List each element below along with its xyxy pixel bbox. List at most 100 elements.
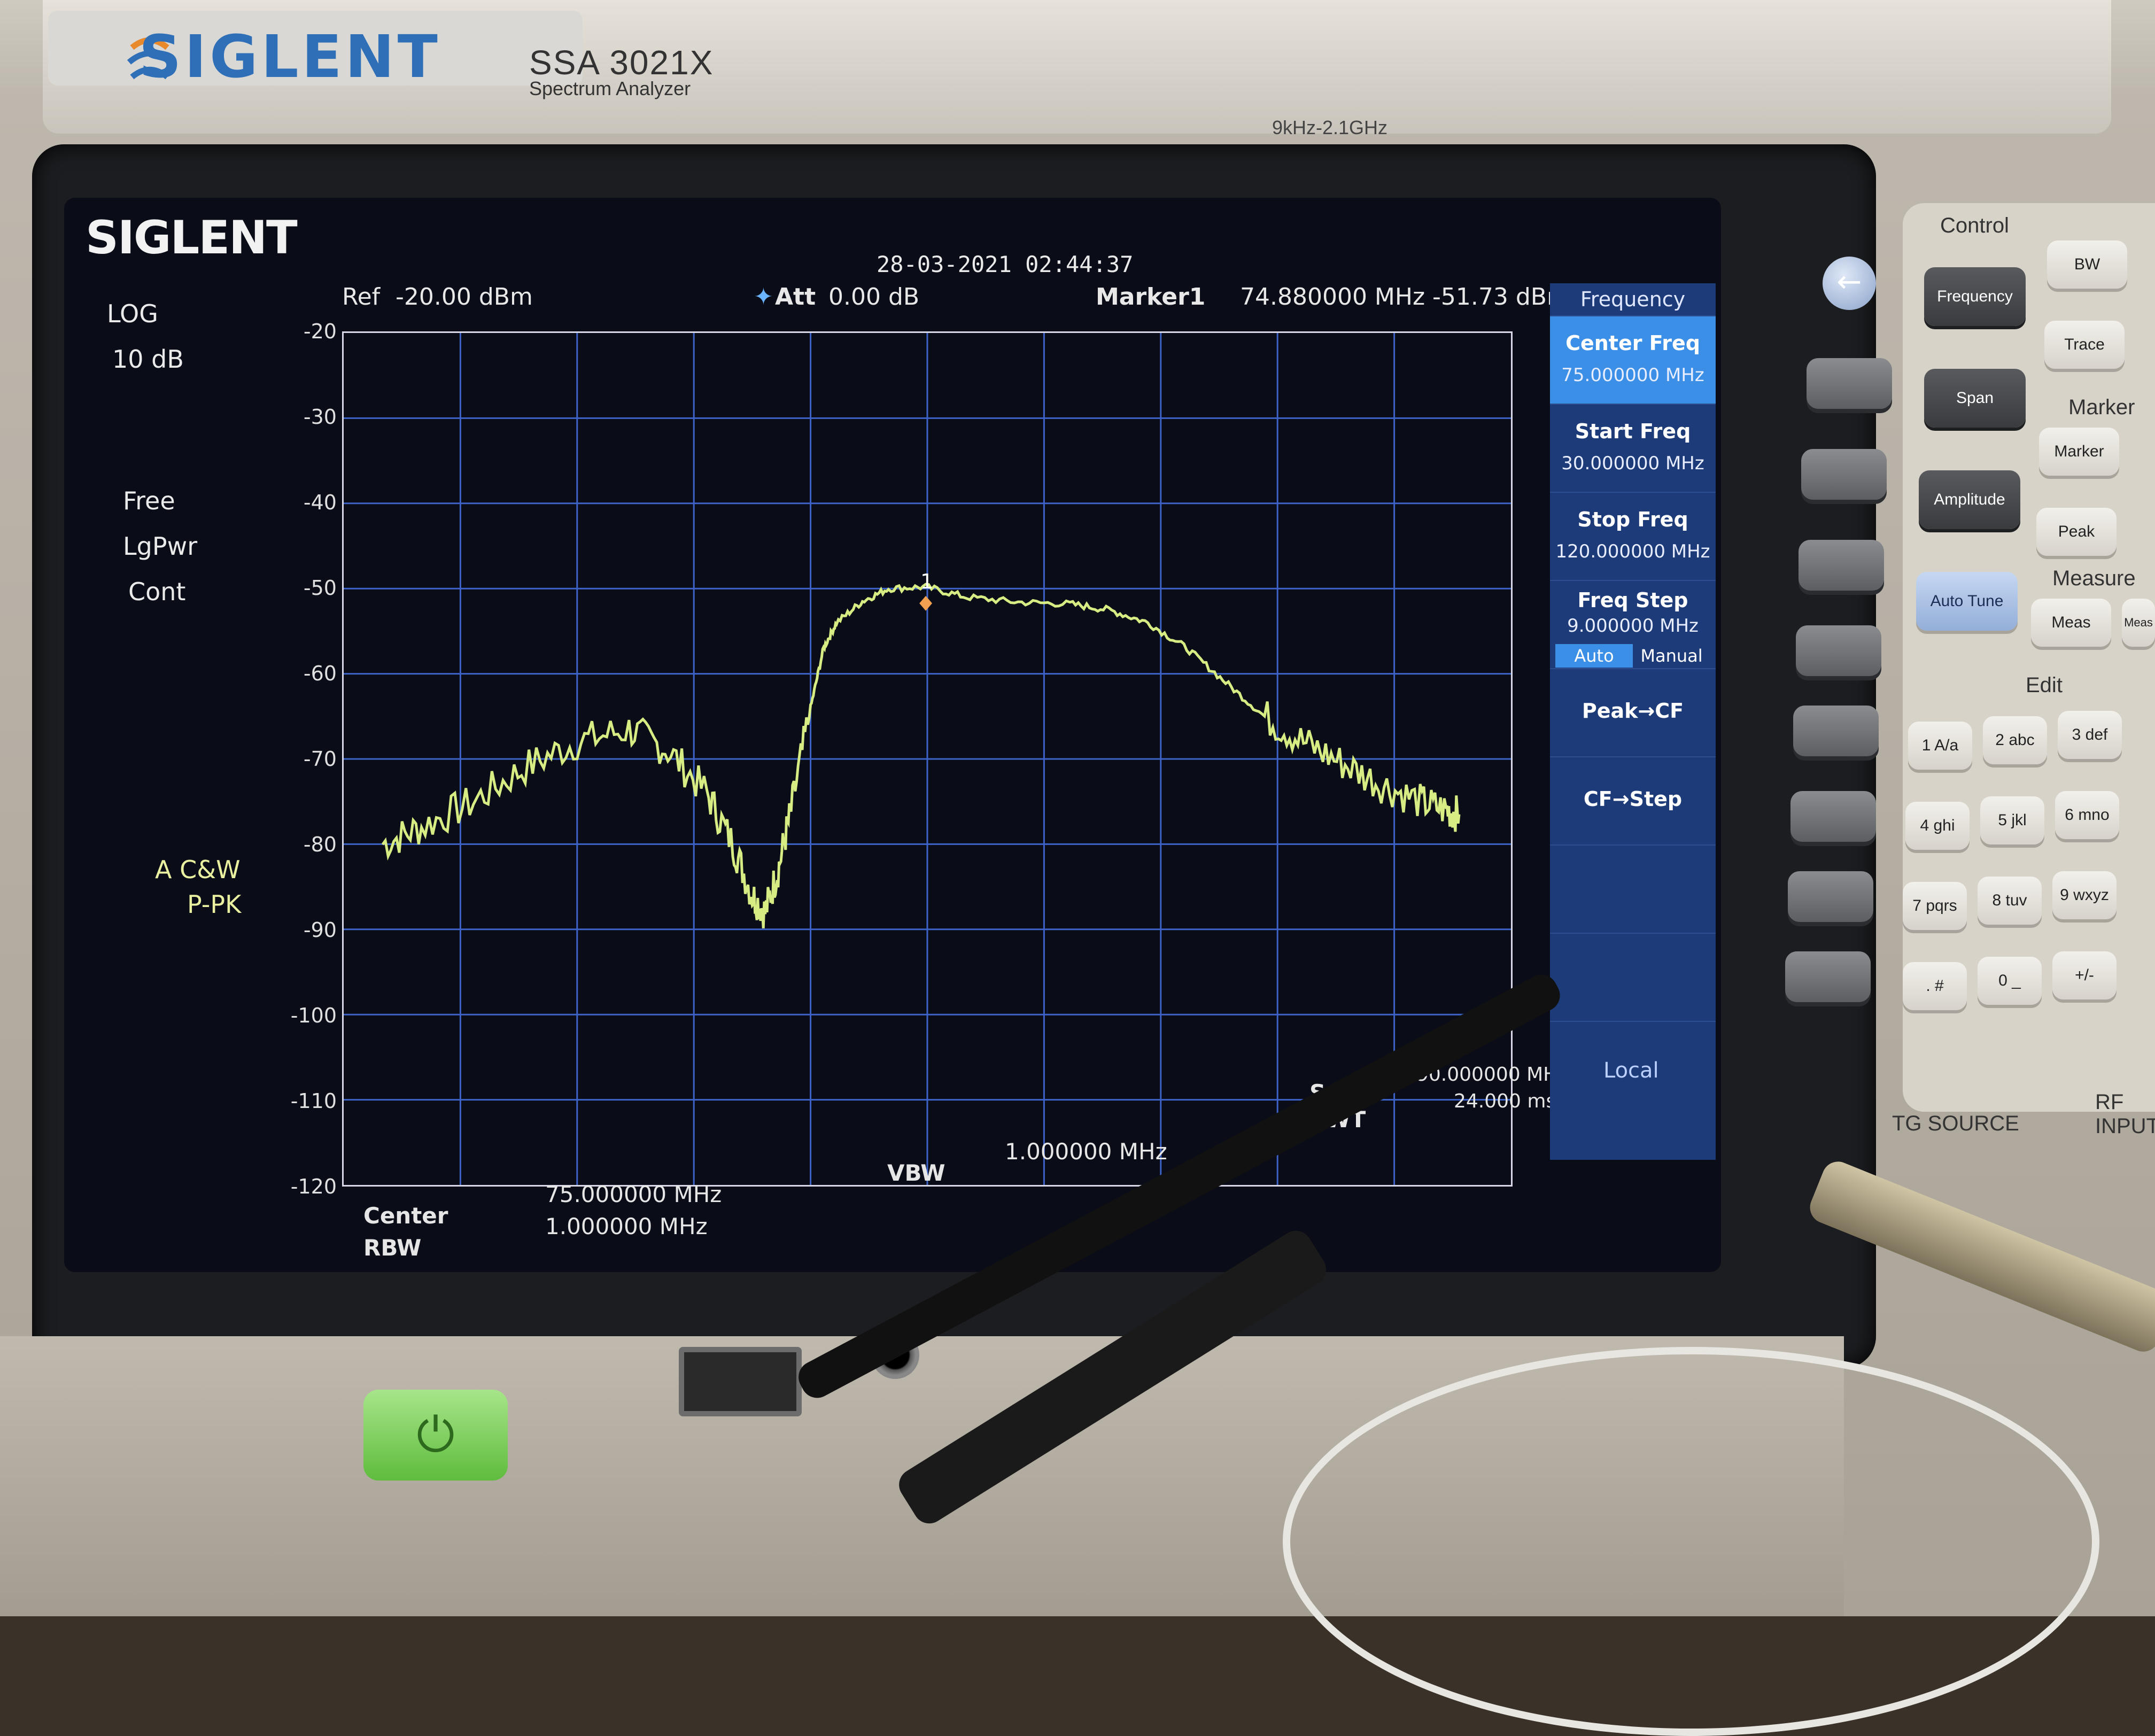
white-cable (1283, 1347, 2099, 1736)
softkey-hard-button-5[interactable] (1793, 706, 1879, 756)
softkey-start-freq[interactable]: Start Freq 30.000000 MHz (1550, 404, 1716, 492)
model-name: SSA 3021X (529, 43, 714, 82)
trace-button[interactable]: Trace (2044, 321, 2125, 369)
softkey-label: Peak→CF (1582, 699, 1684, 723)
trace-mode-b: P-PK (187, 890, 242, 919)
y-tick-label: -50 (303, 576, 337, 600)
marker-button[interactable]: Marker (2039, 428, 2119, 476)
key-8[interactable]: 8 tuv (1978, 877, 2042, 925)
att-icon: ✦ (754, 283, 773, 311)
tg-source-label: TG SOURCE (1892, 1112, 2019, 1135)
swt-value: 24.000 ms (1454, 1090, 1556, 1112)
rbw-value: 1.000000 MHz (545, 1213, 708, 1239)
key-4[interactable]: 4 ghi (1905, 802, 1970, 850)
softkey-hard-button-8[interactable] (1785, 951, 1871, 1002)
softkey-label: CF→Step (1583, 787, 1683, 811)
key-1[interactable]: 1 A/a (1908, 722, 1972, 770)
scale-division: 10 dB (112, 345, 184, 374)
y-tick-label: -30 (303, 405, 337, 429)
peak-button[interactable]: Peak (2036, 508, 2117, 556)
y-tick-label: -80 (303, 833, 337, 856)
y-tick-label: -60 (303, 662, 337, 685)
y-tick-label: -20 (303, 320, 337, 343)
meas-setup-button[interactable]: Meas Setup (2122, 599, 2155, 647)
rf-input-label: RF INPUT (2095, 1090, 2155, 1138)
amplitude-button[interactable]: Amplitude (1919, 470, 2020, 529)
softkey-label: Stop Freq (1577, 508, 1688, 531)
softkey-hard-button-2[interactable] (1801, 449, 1887, 500)
softkey-empty[interactable] (1550, 933, 1716, 1021)
key-3[interactable]: 3 def (2058, 711, 2122, 759)
auto-tune-button[interactable]: Auto Tune (1916, 572, 2018, 631)
marker-label: Marker1 (1096, 283, 1206, 311)
bw-button[interactable]: BW (2047, 241, 2127, 289)
softkey-value: 9.000000 MHz (1567, 615, 1699, 637)
datetime: 28-03-2021 02:44:37 (877, 251, 1134, 277)
softkey-hard-button-6[interactable] (1790, 791, 1876, 842)
trace-mode-a: A C&W (155, 855, 241, 884)
ref-value: -20.00 dBm (396, 283, 533, 311)
softkey-label: Center Freq (1565, 331, 1700, 355)
y-tick-label: -110 (290, 1089, 337, 1113)
marker-level: -51.73 dBm (1432, 283, 1570, 311)
sweep-mode: Cont (128, 577, 186, 606)
softkey-empty[interactable] (1550, 844, 1716, 933)
edit-heading: Edit (2026, 673, 2063, 697)
analyzer-screen: SIGLENT 28-03-2021 02:44:37 Ref -20.00 d… (64, 198, 1721, 1272)
power-icon[interactable]: ⏻ (363, 1390, 508, 1481)
y-tick-label: -40 (303, 491, 337, 514)
marker-number: 1 (920, 570, 933, 593)
key-5[interactable]: 5 jkl (1980, 796, 2044, 844)
marker-diamond (919, 595, 933, 611)
key-9[interactable]: 9 wxyz (2052, 871, 2117, 919)
trigger-mode: Free (123, 486, 175, 515)
y-tick-label: -90 (303, 918, 337, 942)
softkey-value: 30.000000 MHz (1561, 453, 1704, 474)
key-7[interactable]: 7 pqrs (1903, 882, 1967, 930)
ref-label: Ref (342, 283, 381, 311)
softkey-empty[interactable] (1550, 1021, 1716, 1160)
frequency-button[interactable]: Frequency (1924, 267, 2026, 326)
softkey-label: Freq Step (1577, 588, 1688, 612)
att-value: 0.00 dB (828, 283, 920, 311)
softkey-value: 75.000000 MHz (1561, 365, 1704, 386)
back-arrow-icon[interactable]: ← (1823, 257, 1876, 310)
span-button[interactable]: Span (1924, 369, 2026, 428)
key-0[interactable]: 0 _ (1978, 957, 2042, 1005)
att-label: Att (775, 283, 816, 311)
softkey-hard-button-7[interactable] (1788, 871, 1873, 922)
key-2[interactable]: 2 abc (1983, 716, 2047, 764)
vbw-value: 1.000000 MHz (1005, 1138, 1167, 1165)
model-subtitle: Spectrum Analyzer (529, 78, 691, 99)
measure-heading: Measure (2052, 567, 2136, 590)
spectrum-trace (381, 583, 1461, 928)
softkey-peak-to-cf[interactable]: Peak→CF (1550, 668, 1716, 756)
marker-frequency: 74.880000 MHz (1240, 283, 1425, 311)
softkey-hard-button-3[interactable] (1799, 540, 1884, 591)
softkey-hard-button-4[interactable] (1796, 625, 1881, 676)
marker-heading: Marker (2068, 396, 2135, 419)
softkey-freq-step[interactable]: Freq Step 9.000000 MHz Auto Manual (1550, 580, 1716, 668)
scale-mode: LOG (107, 299, 158, 328)
softkey-stop-freq[interactable]: Stop Freq 120.000000 MHz (1550, 492, 1716, 580)
key-6[interactable]: 6 mno (2055, 791, 2119, 839)
rbw-label: RBW (363, 1235, 422, 1261)
key-decimal[interactable]: . # (1903, 962, 1967, 1010)
detector-mode: LgPwr (123, 532, 198, 561)
key-plus-minus[interactable]: +/- (2052, 951, 2117, 999)
softkey-hard-button-1[interactable] (1807, 358, 1892, 409)
freq-step-toggle[interactable]: Auto Manual (1555, 644, 1710, 668)
screen-logo: SIGLENT (86, 211, 298, 265)
spectrum-plot: 1 (342, 331, 1513, 1187)
menu-title: Frequency (1580, 288, 1686, 311)
local-status: Local (1603, 1058, 1659, 1083)
meas-button[interactable]: Meas (2031, 599, 2111, 647)
center-value: 75.000000 MHz (545, 1181, 722, 1207)
softkey-cf-to-step[interactable]: CF→Step (1550, 756, 1716, 844)
softkey-center-freq[interactable]: Center Freq 75.000000 MHz (1550, 315, 1716, 404)
front-panel: Control Marker Measure Edit Frequency Sp… (1903, 203, 2155, 1112)
y-tick-label: -120 (290, 1175, 337, 1198)
toggle-auto[interactable]: Auto (1555, 644, 1633, 668)
toggle-manual[interactable]: Manual (1633, 644, 1710, 668)
center-label: Center (363, 1203, 448, 1229)
